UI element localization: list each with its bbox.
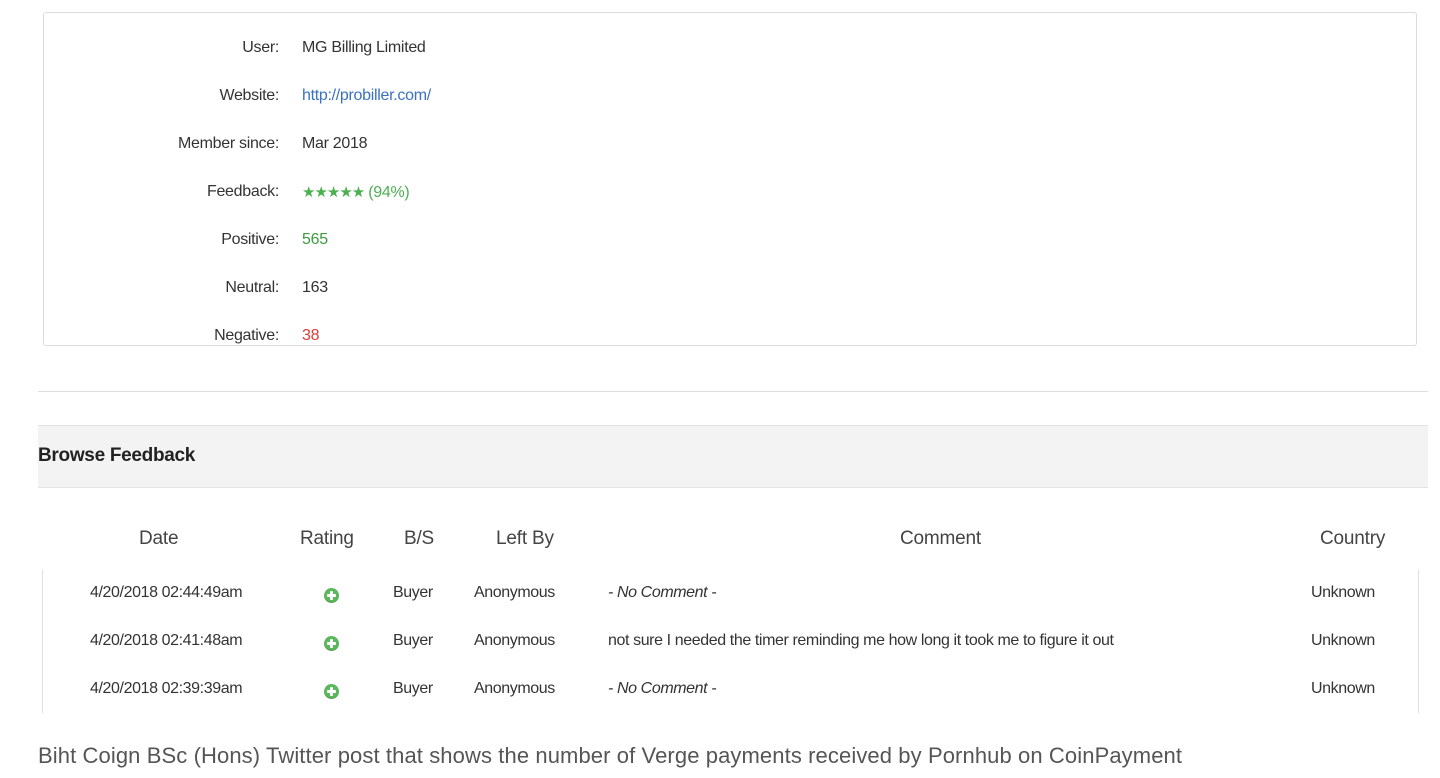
profile-row-negative: Negative: 38 [44, 321, 1416, 351]
column-header-bs[interactable]: B/S [404, 528, 434, 550]
row-comment: not sure I needed the timer reminding me… [608, 632, 1114, 649]
website-link[interactable]: http://probiller.com/ [302, 87, 431, 105]
positive-rating-icon [324, 636, 339, 651]
user-value: MG Billing Limited [302, 39, 426, 56]
positive-label: Positive: [221, 231, 279, 248]
profile-row-positive: Positive: 565 [44, 225, 1416, 255]
row-left-by: Anonymous [474, 680, 555, 697]
column-header-left-by[interactable]: Left By [496, 528, 554, 550]
row-date: 4/20/2018 02:44:49am [90, 584, 243, 601]
negative-count: 38 [302, 327, 320, 344]
browse-feedback-header: Browse Feedback [38, 425, 1428, 488]
positive-count: 565 [302, 231, 328, 248]
row-date: 4/20/2018 02:39:39am [90, 680, 243, 697]
website-label: Website: [219, 87, 279, 104]
row-date: 4/20/2018 02:41:48am [90, 632, 243, 649]
column-header-date[interactable]: Date [139, 528, 179, 550]
feedback-percent: (94%) [368, 183, 410, 201]
row-left-by: Anonymous [474, 632, 555, 649]
column-header-rating[interactable]: Rating [300, 528, 354, 550]
profile-row-neutral: Neutral: 163 [44, 273, 1416, 303]
user-label: User: [242, 39, 279, 56]
section-divider [38, 391, 1428, 392]
positive-rating-icon [324, 588, 339, 603]
column-header-country[interactable]: Country [1320, 528, 1385, 550]
positive-rating-icon [324, 684, 339, 699]
member-since-value: Mar 2018 [302, 135, 368, 152]
star-rating-icon: ★★★★★ [302, 183, 365, 201]
row-left-by: Anonymous [474, 584, 555, 601]
row-bs: Buyer [393, 680, 433, 697]
feedback-table: 4/20/2018 02:44:49am Buyer Anonymous - N… [42, 570, 1419, 713]
profile-panel: User: MG Billing Limited Website: http:/… [43, 12, 1417, 346]
row-country: Unknown [1311, 680, 1375, 697]
feedback-value: ★★★★★ (94%) [302, 183, 410, 202]
neutral-label: Neutral: [225, 279, 279, 296]
row-comment: - No Comment - [608, 680, 717, 697]
profile-row-user: User: MG Billing Limited [44, 33, 1416, 63]
row-bs: Buyer [393, 632, 433, 649]
column-header-comment[interactable]: Comment [900, 528, 981, 550]
member-since-label: Member since: [177, 135, 279, 152]
row-comment: - No Comment - [608, 584, 717, 601]
feedback-label: Feedback: [206, 183, 279, 200]
image-caption: Biht Coign BSc (Hons) Twitter post that … [38, 743, 1183, 768]
row-country: Unknown [1311, 632, 1375, 649]
row-country: Unknown [1311, 584, 1375, 601]
section-title: Browse Feedback [38, 445, 196, 466]
profile-row-member-since: Member since: Mar 2018 [44, 129, 1416, 159]
row-bs: Buyer [393, 584, 433, 601]
profile-row-website: Website: http://probiller.com/ [44, 81, 1416, 111]
negative-label: Negative: [214, 327, 279, 344]
profile-row-feedback: Feedback: ★★★★★ (94%) [44, 177, 1416, 207]
neutral-count: 163 [302, 279, 328, 296]
